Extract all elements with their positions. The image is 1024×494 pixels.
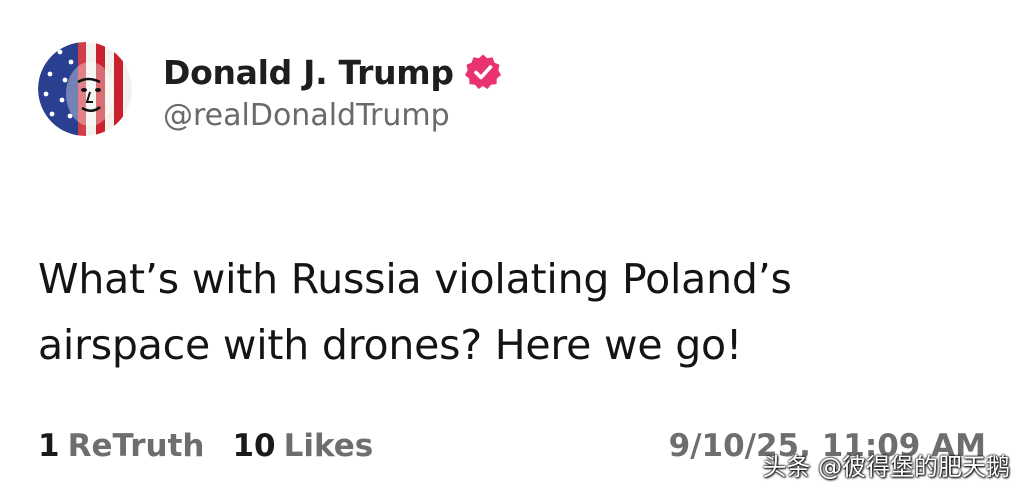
post-text-line: airspace with drones? Here we go! — [38, 321, 743, 369]
post-text-line: What’s with Russia violating Poland’s — [38, 255, 792, 303]
post-body: What’s with Russia violating Poland’s ai… — [38, 246, 938, 378]
post-stats: 1 ReTruth 10 Likes — [38, 424, 373, 468]
author-name[interactable]: Donald J. Trump — [163, 53, 454, 92]
author-row: Donald J. Trump — [163, 50, 502, 94]
retruths-stat[interactable]: 1 ReTruth — [38, 428, 204, 464]
author-handle[interactable]: @realDonaldTrump — [163, 98, 450, 133]
avatar[interactable] — [38, 42, 132, 136]
retruths-count: 1 — [38, 428, 60, 464]
verified-badge-icon — [464, 53, 502, 91]
flag-portrait-icon — [38, 42, 132, 136]
likes-label: Likes — [283, 428, 374, 464]
likes-stat[interactable]: 10 Likes — [232, 428, 373, 464]
likes-count: 10 — [232, 428, 276, 464]
retruths-label: ReTruth — [67, 428, 205, 464]
watermark: 头条 @彼得堡的肥天鹅 — [762, 453, 1010, 481]
